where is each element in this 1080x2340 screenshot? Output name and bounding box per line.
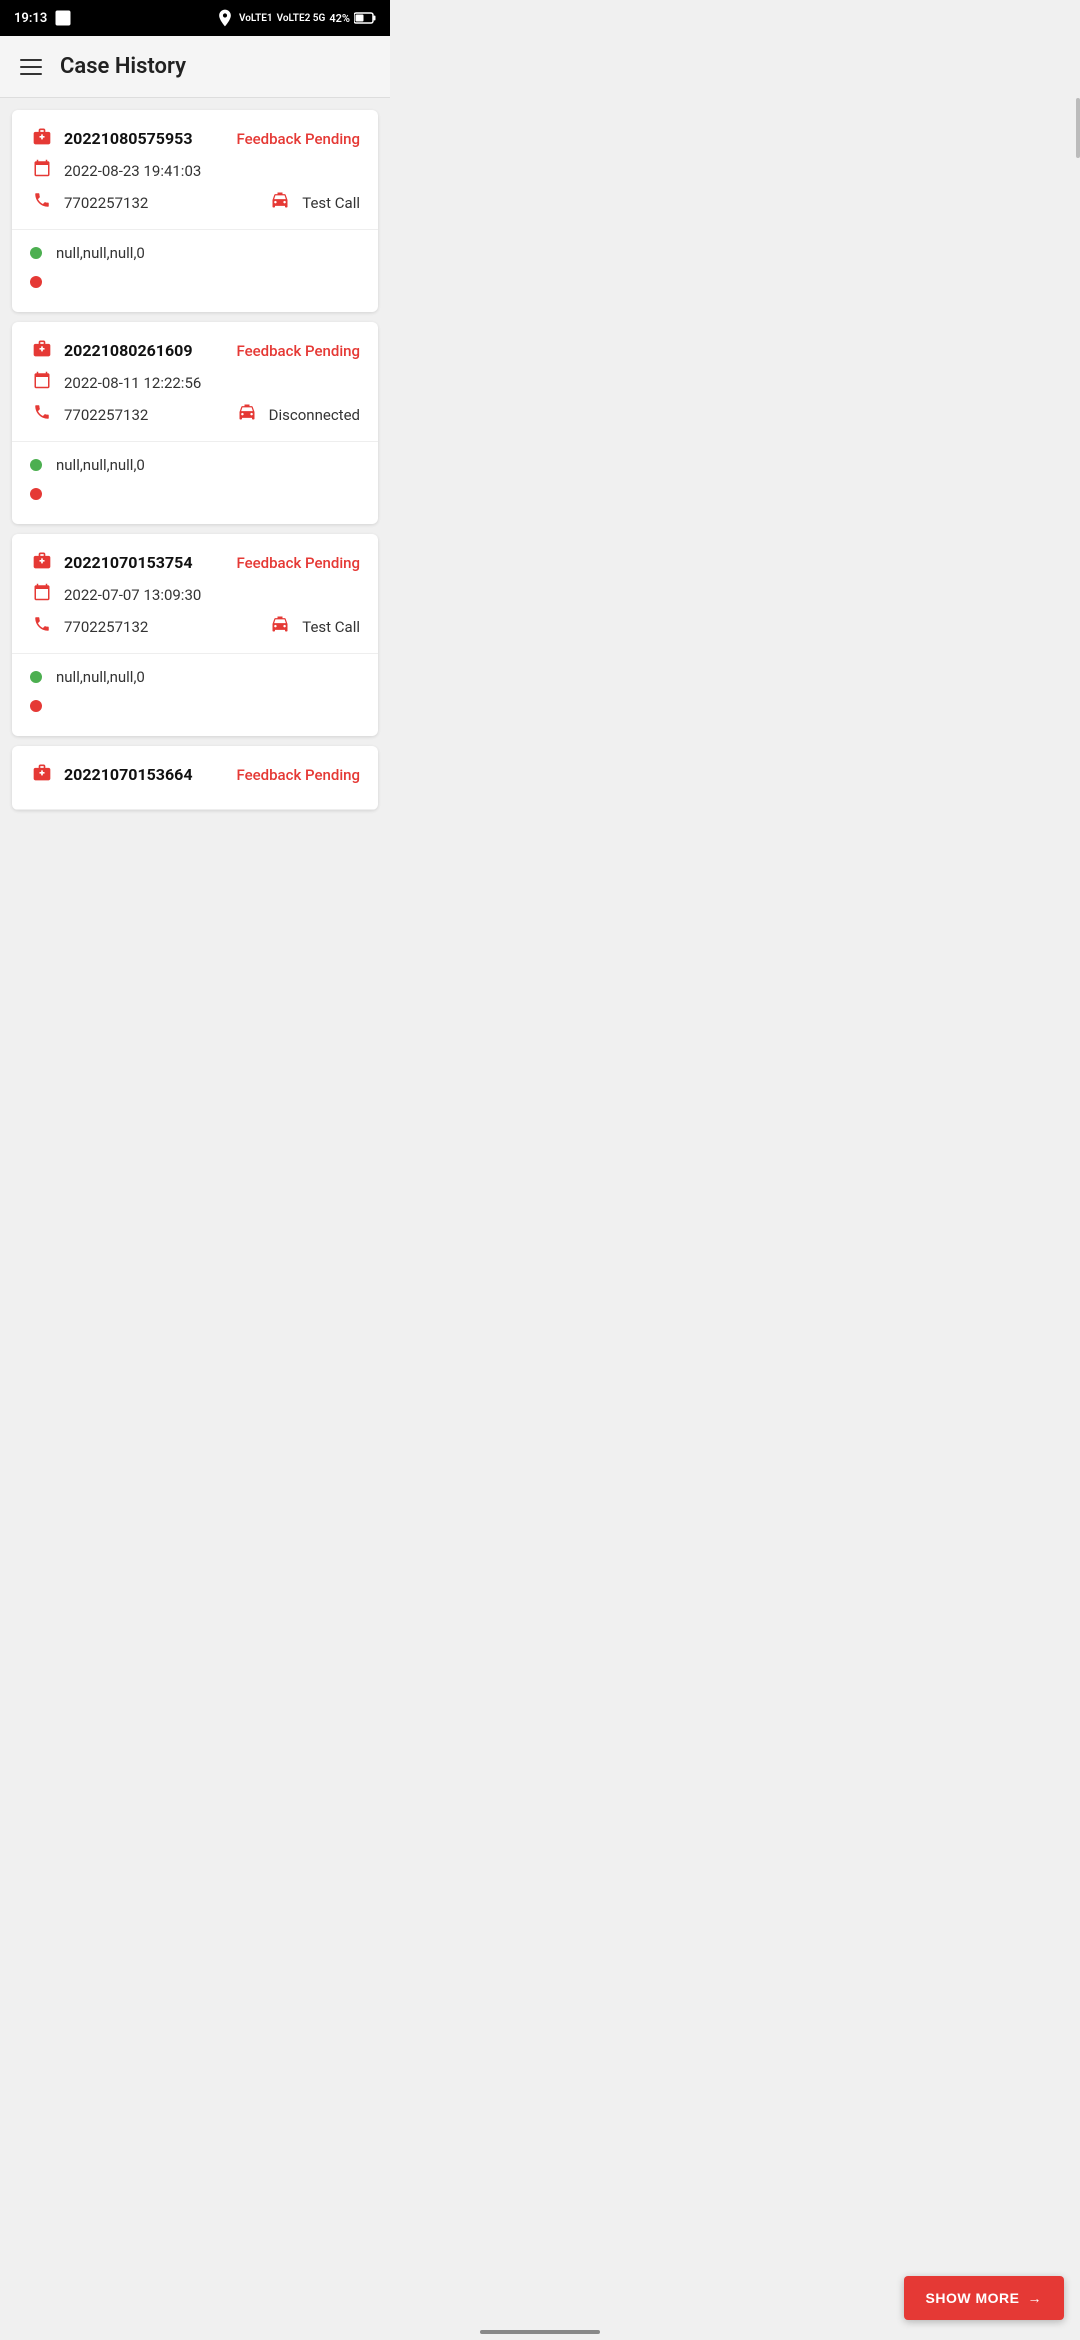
case-phone-row-1: 7702257132 Test Call xyxy=(30,190,360,215)
case-date-row-1: 2022-08-23 19:41:03 xyxy=(30,159,360,182)
case-status-1: null,null,null,0 xyxy=(12,230,378,312)
medkit-icon-2 xyxy=(30,338,54,363)
case-id-text-2: 20221080261609 xyxy=(64,341,193,360)
red-dot-3 xyxy=(30,700,42,712)
case-status-3: null,null,null,0 xyxy=(12,654,378,736)
case-date-row-2: 2022-08-11 12:22:56 xyxy=(30,371,360,394)
call-type-row-2: Disconnected xyxy=(235,402,360,427)
case-date-1: 2022-08-23 19:41:03 xyxy=(64,162,201,180)
case-info-4: 20221070153664 Feedback Pending xyxy=(12,746,378,810)
case-date-row-3: 2022-07-07 13:09:30 xyxy=(30,583,360,606)
feedback-status-4: Feedback Pending xyxy=(236,766,360,784)
status-green-text-1: null,null,null,0 xyxy=(56,244,145,262)
status-row-red-3 xyxy=(30,700,360,712)
scroll-indicator xyxy=(1076,98,1080,158)
case-date-3: 2022-07-07 13:09:30 xyxy=(64,586,201,604)
status-row-green-3: null,null,null,0 xyxy=(30,668,360,686)
calendar-icon-1 xyxy=(30,159,54,182)
case-status-2: null,null,null,0 xyxy=(12,442,378,524)
green-dot-1 xyxy=(30,247,42,259)
case-id-text-4: 20221070153664 xyxy=(64,765,193,784)
content-area: 20221080575953 Feedback Pending 2022-08-… xyxy=(0,98,390,902)
case-id-row-1: 20221080575953 Feedback Pending xyxy=(30,126,360,151)
feedback-status-1: Feedback Pending xyxy=(236,130,360,148)
case-info-2: 20221080261609 Feedback Pending 2022-08-… xyxy=(12,322,378,442)
show-more-label: SHOW MORE xyxy=(926,2290,1020,2306)
phone-icon-3 xyxy=(30,615,54,638)
case-card-4[interactable]: 20221070153664 Feedback Pending xyxy=(12,746,378,810)
feedback-status-3: Feedback Pending xyxy=(236,554,360,572)
ambulance-icon-2 xyxy=(235,402,259,427)
signal-lte2: VoLTE2 5G xyxy=(277,13,326,24)
case-card-1[interactable]: 20221080575953 Feedback Pending 2022-08-… xyxy=(12,110,378,312)
case-id-row-2: 20221080261609 Feedback Pending xyxy=(30,338,360,363)
page-title: Case History xyxy=(60,54,186,79)
red-dot-1 xyxy=(30,276,42,288)
signal-lte1: VoLTE1 xyxy=(239,13,273,24)
status-bar-left: 19:13 xyxy=(14,8,73,28)
calendar-icon-2 xyxy=(30,371,54,394)
show-more-arrow: → xyxy=(1028,2290,1043,2306)
ambulance-icon-1 xyxy=(268,190,292,215)
call-type-text-1: Test Call xyxy=(302,194,360,212)
time-display: 19:13 xyxy=(14,11,47,26)
status-green-text-2: null,null,null,0 xyxy=(56,456,145,474)
case-info-3: 20221070153754 Feedback Pending 2022-07-… xyxy=(12,534,378,654)
photo-icon xyxy=(53,8,73,28)
status-row-red-2 xyxy=(30,488,360,500)
case-phone-1: 7702257132 xyxy=(64,194,148,212)
battery-icon xyxy=(354,12,376,24)
medkit-icon-3 xyxy=(30,550,54,575)
call-type-text-3: Test Call xyxy=(302,618,360,636)
case-id-row-4: 20221070153664 Feedback Pending xyxy=(30,762,360,787)
green-dot-3 xyxy=(30,671,42,683)
green-dot-2 xyxy=(30,459,42,471)
ambulance-icon-3 xyxy=(268,614,292,639)
phone-icon-2 xyxy=(30,403,54,426)
show-more-button[interactable]: SHOW MORE → xyxy=(904,2276,1064,2320)
case-phone-2: 7702257132 xyxy=(64,406,148,424)
phone-icon-1 xyxy=(30,191,54,214)
case-id-text-3: 20221070153754 xyxy=(64,553,193,572)
case-card-2[interactable]: 20221080261609 Feedback Pending 2022-08-… xyxy=(12,322,378,524)
bottom-spacer xyxy=(12,820,378,890)
status-row-red-1 xyxy=(30,276,360,288)
case-info-1: 20221080575953 Feedback Pending 2022-08-… xyxy=(12,110,378,230)
medkit-icon-1 xyxy=(30,126,54,151)
status-bar: 19:13 VoLTE1 VoLTE2 5G 42% xyxy=(0,0,390,36)
case-id-row-3: 20221070153754 Feedback Pending xyxy=(30,550,360,575)
app-header: Case History xyxy=(0,36,390,98)
hamburger-menu[interactable] xyxy=(20,59,42,75)
calendar-icon-3 xyxy=(30,583,54,606)
location-icon xyxy=(215,8,235,28)
medkit-icon-4 xyxy=(30,762,54,787)
home-indicator xyxy=(480,2330,600,2334)
case-phone-row-2: 7702257132 Disconnected xyxy=(30,402,360,427)
case-date-2: 2022-08-11 12:22:56 xyxy=(64,374,201,392)
call-type-text-2: Disconnected xyxy=(269,406,360,424)
call-type-row-3: Test Call xyxy=(268,614,360,639)
case-phone-3: 7702257132 xyxy=(64,618,148,636)
battery-display: 42% xyxy=(329,12,350,25)
case-id-text-1: 20221080575953 xyxy=(64,129,193,148)
case-card-3[interactable]: 20221070153754 Feedback Pending 2022-07-… xyxy=(12,534,378,736)
status-row-green-2: null,null,null,0 xyxy=(30,456,360,474)
call-type-row-1: Test Call xyxy=(268,190,360,215)
briefcase-medical-icon xyxy=(32,126,52,146)
feedback-status-2: Feedback Pending xyxy=(236,342,360,360)
red-dot-2 xyxy=(30,488,42,500)
case-phone-row-3: 7702257132 Test Call xyxy=(30,614,360,639)
status-bar-right: VoLTE1 VoLTE2 5G 42% xyxy=(215,8,376,28)
status-row-green-1: null,null,null,0 xyxy=(30,244,360,262)
status-green-text-3: null,null,null,0 xyxy=(56,668,145,686)
